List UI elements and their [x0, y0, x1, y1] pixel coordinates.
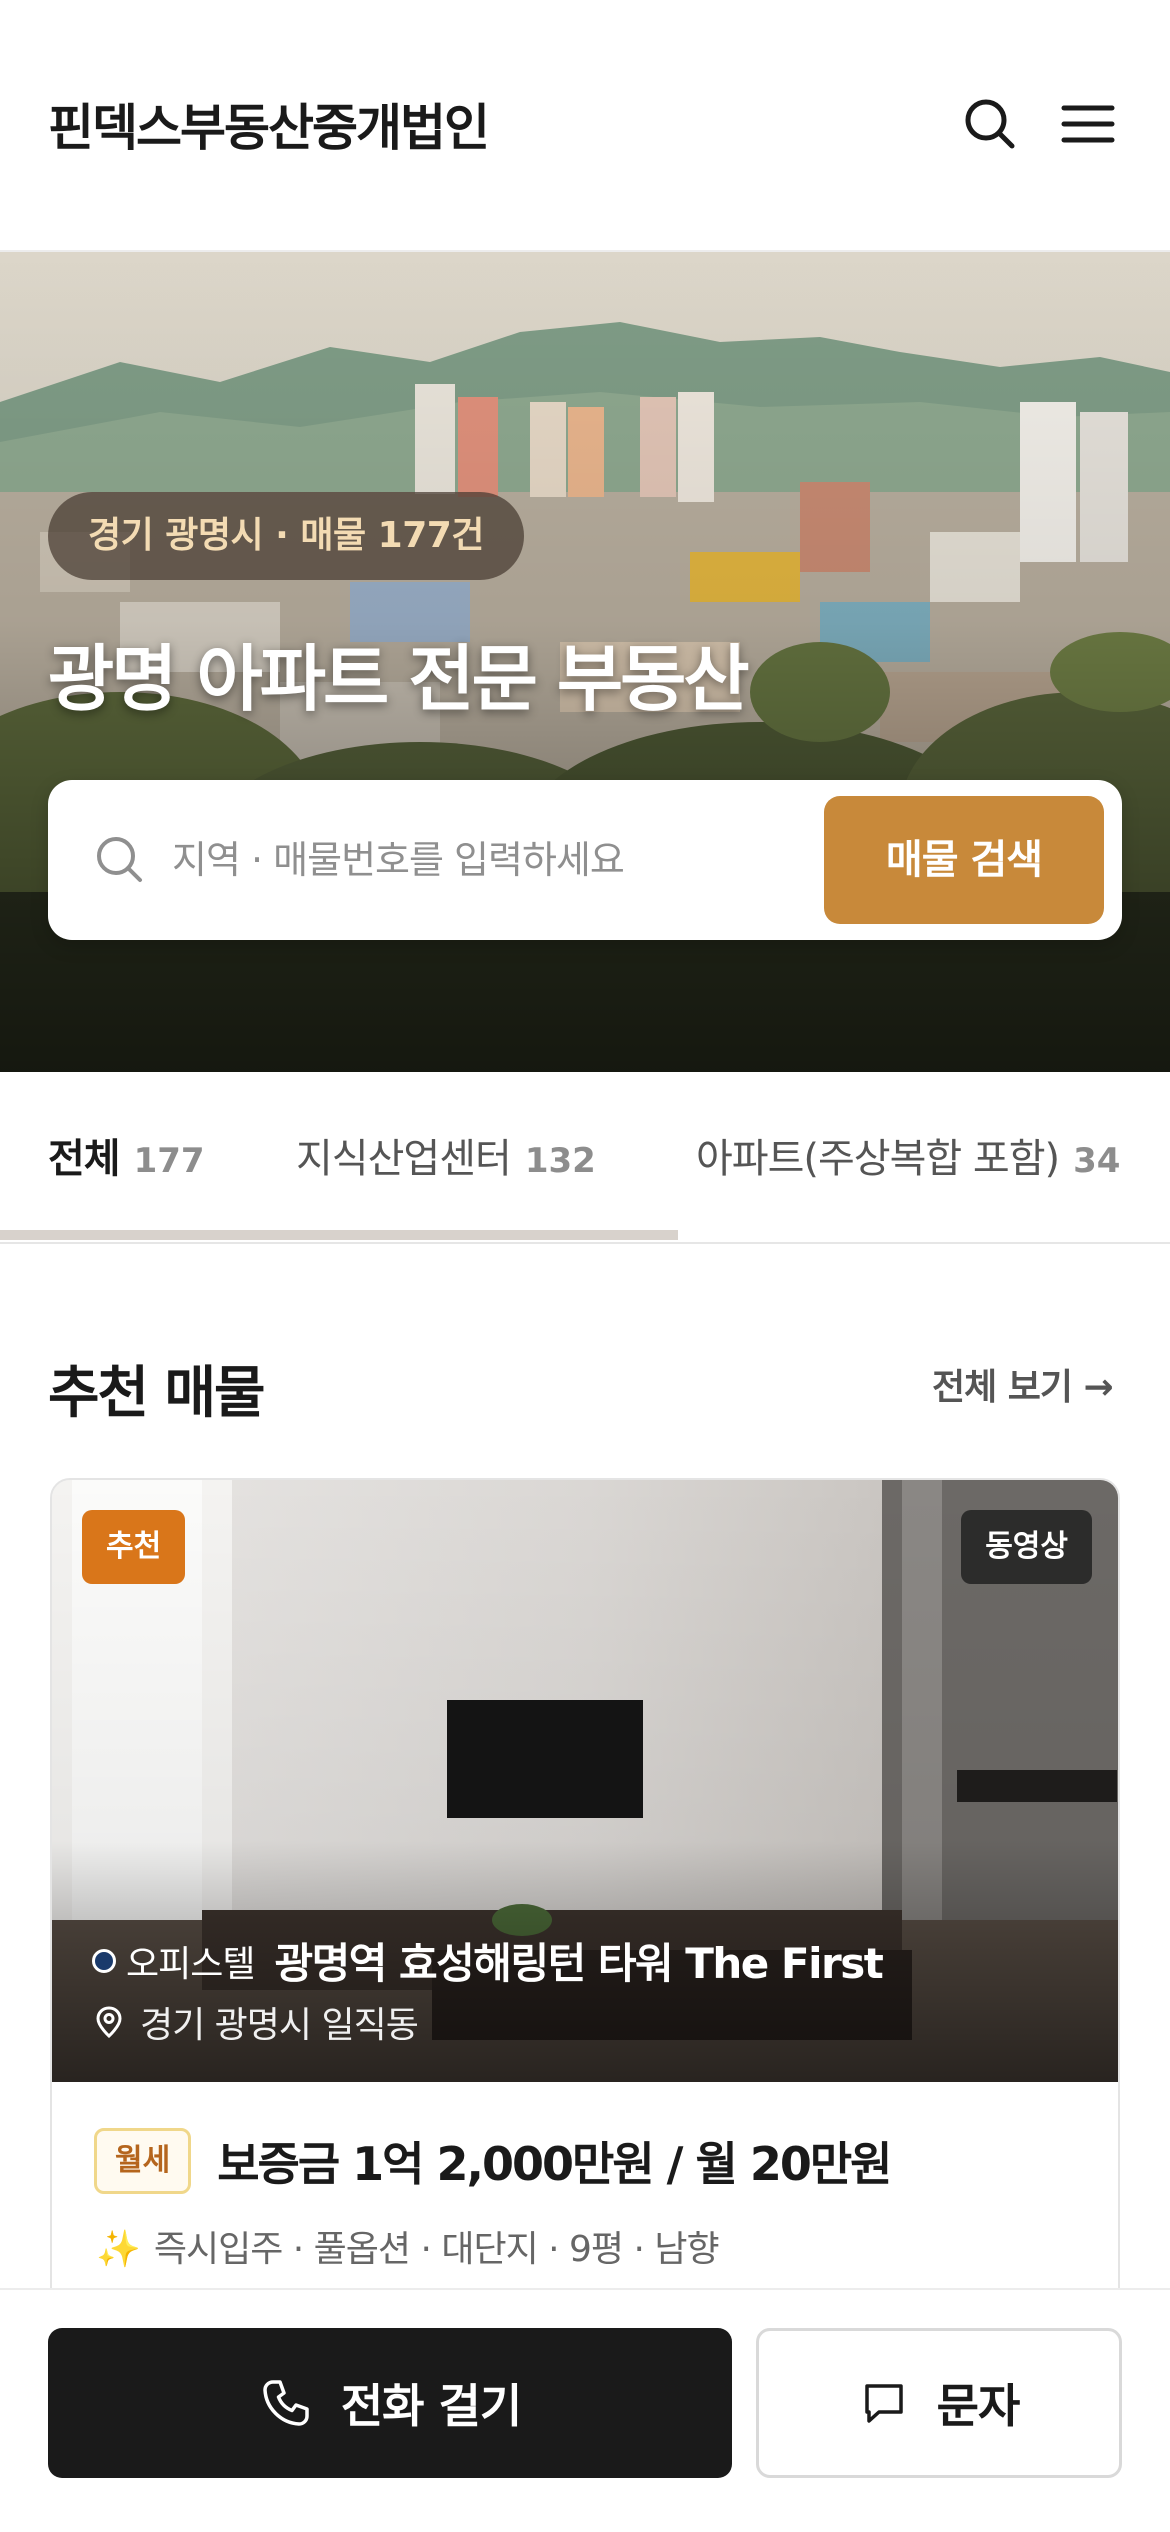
section-title: 추천 매물: [48, 1361, 266, 1426]
call-button[interactable]: 전화 걸기: [48, 2328, 732, 2478]
listing-location: 경기 광명시 일직동: [92, 1996, 419, 2048]
property-type-dot-icon: [92, 1948, 116, 1973]
tab-apartment[interactable]: 아파트(주상복합 포함) 34: [696, 1126, 1120, 1184]
listing-features: ✨ 즉시입주 · 풀옵션 · 대단지 · 9평 · 남향: [96, 2220, 720, 2272]
search-bar: 매물 검색: [48, 780, 1122, 940]
hero-banner: 경기 광명시 · 매물 177건 광명 아파트 전문 부동산 매물 검색: [0, 252, 1170, 1072]
recommend-badge: 추천: [82, 1510, 186, 1584]
features-text: 즉시입주 · 풀옵션 · 대단지 · 9평 · 남향: [153, 2229, 720, 2270]
search-icon: [97, 837, 142, 882]
location-text: 경기 광명시 일직동: [140, 2005, 419, 2046]
sparkle-icon: ✨: [96, 2229, 141, 2270]
tab-scroll-indicator: [0, 1230, 678, 1240]
listing-photo[interactable]: 추천 동영상 오피스텔 광명역 효성해링턴 타워 The First 경기 광명…: [52, 1480, 1118, 2082]
tab-all[interactable]: 전체 177: [48, 1126, 205, 1184]
call-button-label: 전화 걸기: [340, 2379, 522, 2433]
deal-type-badge: 월세: [94, 2128, 192, 2194]
category-tabs: 전체 177 지식산업센터 132 아파트(주상복합 포함) 34: [0, 1072, 1170, 1244]
listing-title-row: 오피스텔 광명역 효성해링턴 타워 The First: [92, 1930, 884, 1991]
tab-count: 132: [524, 1141, 596, 1181]
message-icon: [864, 2384, 903, 2423]
search-button[interactable]: 매물 검색: [824, 796, 1104, 924]
listing-name: 광명역 효성해링턴 타워 The First: [274, 1939, 883, 1988]
property-type: 오피스텔: [126, 1943, 255, 1985]
hero-badge: 경기 광명시 · 매물 177건: [48, 492, 524, 580]
hero-title: 광명 아파트 전문 부동산: [48, 637, 750, 721]
phone-icon: [263, 2380, 309, 2426]
bottom-action-bar: 전화 걸기 문자: [0, 2288, 1170, 2532]
tab-count: 34: [1073, 1141, 1121, 1181]
sms-button[interactable]: 문자: [756, 2328, 1122, 2478]
tab-label: 아파트(주상복합 포함): [696, 1136, 1060, 1182]
listing-photo-illustration: [52, 1480, 1118, 2082]
tab-knowledge-industry-center[interactable]: 지식산업센터 132: [296, 1126, 596, 1184]
search-input[interactable]: [172, 820, 732, 900]
search-icon[interactable]: [958, 92, 1022, 156]
location-pin-icon: [96, 2006, 122, 2039]
sms-button-label: 문자: [936, 2379, 1021, 2433]
tab-count: 177: [133, 1141, 205, 1181]
listing-price: 보증금 1억 2,000만원 / 월 20만원: [217, 2137, 892, 2191]
brand-title[interactable]: 핀덱스부동산중개법인: [48, 88, 490, 160]
app-header: 핀덱스부동산중개법인: [0, 0, 1170, 252]
tab-label: 전체: [48, 1136, 121, 1182]
price-row: 월세 보증금 1억 2,000만원 / 월 20만원: [94, 2128, 892, 2194]
tab-label: 지식산업센터: [296, 1136, 512, 1182]
video-badge: 동영상: [961, 1510, 1092, 1584]
menu-icon[interactable]: [1056, 92, 1120, 156]
view-all-link[interactable]: 전체 보기 →: [932, 1358, 1114, 1410]
